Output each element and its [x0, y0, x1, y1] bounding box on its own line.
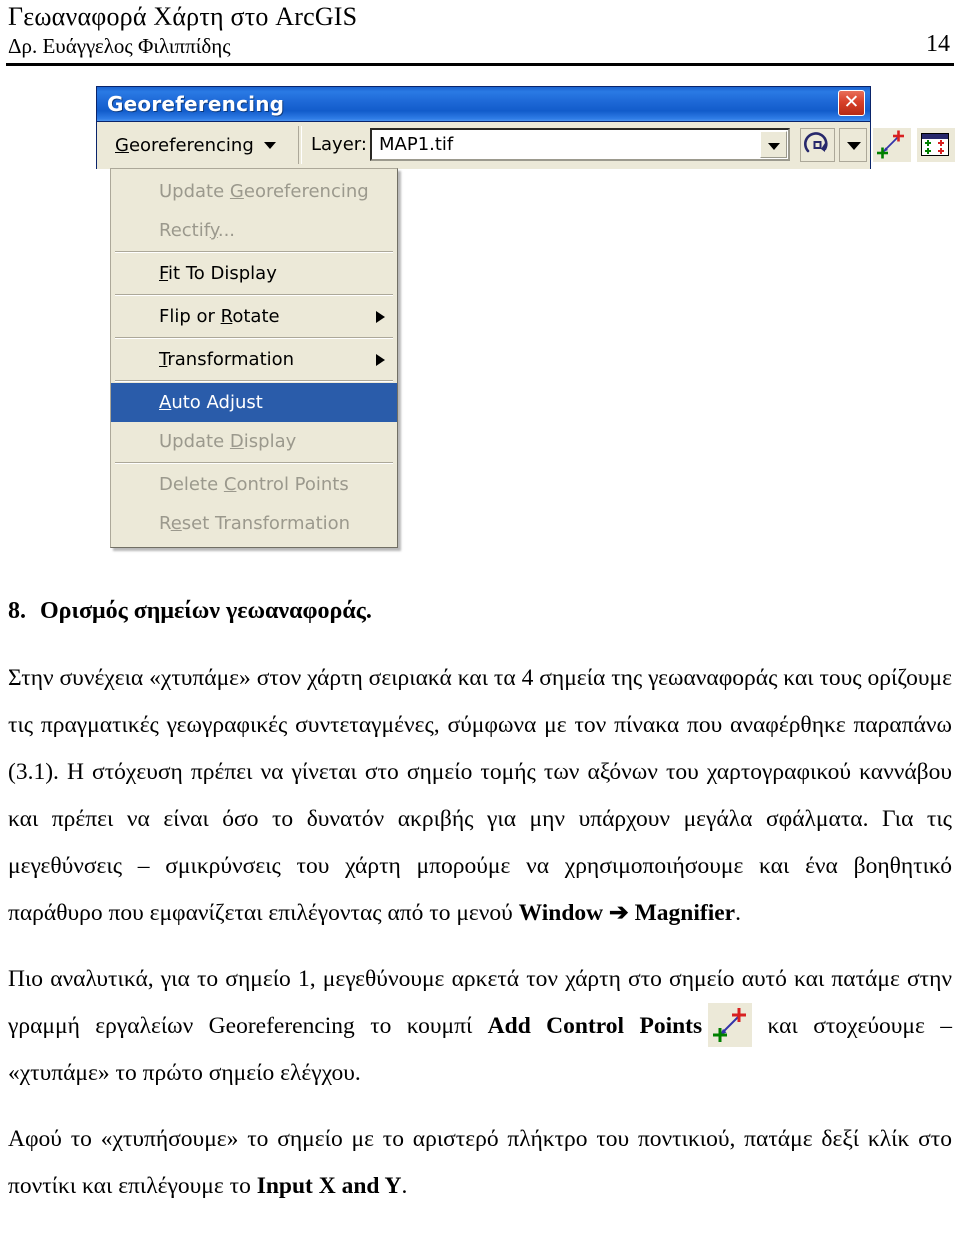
menu-item-flip-or-rotate[interactable]: Flip or Rotate [111, 297, 397, 336]
menu-item-label: Auto Adjust [159, 392, 263, 413]
section-title: Ορισμός σημείων γεωαναφοράς. [40, 598, 372, 624]
georeferencing-toolbar: Georeferencing Layer: MAP1.tif [97, 122, 955, 169]
toolbar-separator [298, 126, 302, 164]
menu-item-label: Reset Transformation [159, 513, 351, 534]
menu-item-label: Update Display [159, 431, 297, 452]
georeferencing-menu-label: Georeferencing [115, 134, 254, 156]
window-titlebar[interactable]: Georeferencing ✕ [97, 87, 870, 122]
menu-separator [115, 462, 393, 464]
document-header: Γεωαναφορά Χάρτη στο ArcGIS Δρ. Ευάγγελο… [0, 0, 960, 72]
menu-separator [115, 337, 393, 339]
chevron-down-icon [847, 142, 861, 150]
layer-selected-value: MAP1.tif [379, 134, 454, 155]
add-control-points-icon [877, 130, 904, 159]
layer-combobox[interactable]: MAP1.tif [370, 128, 790, 161]
input-x-and-y-term: Input X and Y [256, 1173, 402, 1199]
menu-item-reset-transformation[interactable]: Reset Transformation [111, 504, 397, 543]
paragraph-2: Πιο αναλυτικά, για το σημείο 1, μεγεθύνο… [8, 956, 952, 1097]
view-link-table-button[interactable] [917, 128, 955, 162]
link-table-icon [921, 133, 949, 156]
menu-item-fit-to-display[interactable]: Fit To Display [111, 254, 397, 293]
submenu-arrow-icon [376, 311, 385, 323]
menu-item-label: Flip or Rotate [159, 306, 280, 327]
section-number: 8. [8, 598, 26, 624]
menu-item-auto-adjust[interactable]: Auto Adjust [111, 383, 397, 422]
menu-separator [115, 294, 393, 296]
close-button[interactable]: ✕ [838, 90, 865, 116]
inline-add-control-points-icon [708, 1003, 753, 1047]
rotate-dropdown-button[interactable] [839, 128, 867, 162]
menu-path-magnifier: Magnifier [634, 900, 736, 926]
menu-item-label: Rectify... [159, 220, 236, 241]
document-author: Δρ. Ευάγγελος Φιλιππίδης [8, 34, 231, 58]
menu-path-window: Window [518, 900, 604, 926]
menu-item-transformation[interactable]: Transformation [111, 340, 397, 379]
window-title: Georeferencing [107, 92, 285, 116]
paragraph-3-end: . [401, 1173, 408, 1199]
menu-item-label: Update Georeferencing [159, 181, 369, 202]
body-text: Στην συνέχεια «χτυπάμε» στον χάρτη σειρι… [8, 655, 952, 1210]
menu-item-update-display[interactable]: Update Display [111, 422, 397, 461]
menu-item-delete-control-points[interactable]: Delete Control Points [111, 465, 397, 504]
chevron-down-icon [768, 143, 780, 150]
menu-separator [115, 251, 393, 253]
layer-label: Layer: [311, 134, 367, 155]
add-control-points-button[interactable] [873, 128, 911, 162]
menu-item-update-georeferencing[interactable]: Update Georeferencing [111, 172, 397, 211]
paragraph-1-text: Στην συνέχεια «χτυπάμε» στον χάρτη σειρι… [8, 665, 952, 926]
paragraph-1: Στην συνέχεια «χτυπάμε» στον χάρτη σειρι… [8, 655, 952, 937]
paragraph-3: Αφού το «χτυπήσουμε» το σημείο με το αρι… [8, 1116, 952, 1210]
menu-item-label: Fit To Display [159, 263, 277, 284]
georeferencing-dropdown-menu: Update Georeferencing Rectify... Fit To … [110, 168, 398, 548]
menu-item-label: Delete Control Points [159, 474, 349, 495]
menu-item-label: Transformation [159, 349, 295, 370]
chevron-down-icon [263, 141, 276, 149]
close-icon: ✕ [843, 91, 860, 113]
menu-item-rectify[interactable]: Rectify... [111, 211, 397, 250]
layer-dropdown-button[interactable] [760, 131, 787, 158]
georeferencing-menu-button[interactable]: Georeferencing [106, 126, 292, 164]
rotate-icon [803, 132, 828, 153]
georeferencing-toolbar-window: Georeferencing ✕ Georeferencing Layer: M… [96, 86, 955, 169]
paragraph-3-text: Αφού το «χτυπήσουμε» το σημείο με το αρι… [8, 1126, 952, 1199]
paragraph-1-end: . [735, 900, 741, 926]
add-control-points-term: Add Control Points [487, 1013, 703, 1039]
submenu-arrow-icon [376, 354, 385, 366]
menu-separator [115, 380, 393, 382]
document-title: Γεωαναφορά Χάρτη στο ArcGIS [8, 2, 358, 31]
section-heading: 8. Ορισμός σημείων γεωαναφοράς. [8, 596, 952, 626]
header-divider [6, 63, 954, 66]
arrow-right-icon: ➔ [603, 900, 635, 926]
rotate-tool-button[interactable] [800, 128, 835, 162]
page-number: 14 [926, 31, 950, 57]
